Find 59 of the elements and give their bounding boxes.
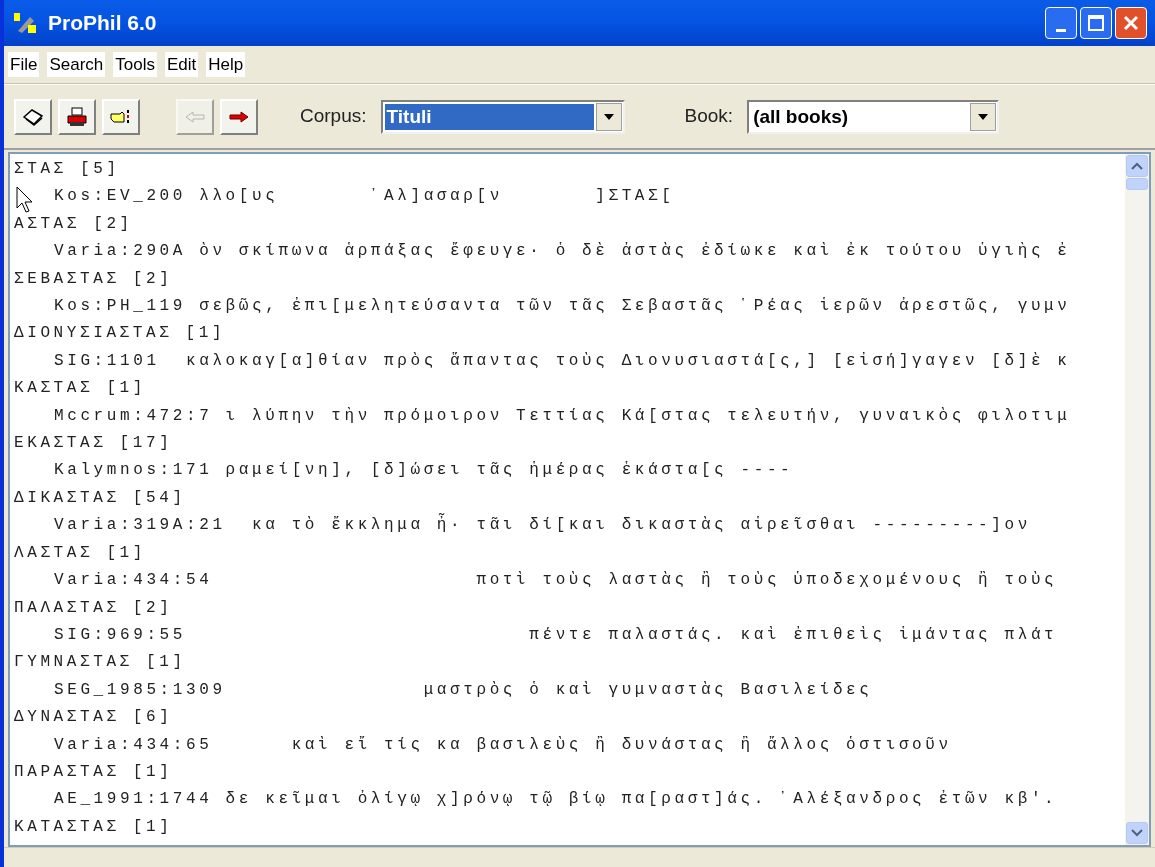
headword[interactable]: ΚΑΣΤΑΣ [1] bbox=[14, 375, 146, 403]
headword[interactable]: ΚΑΤΑΣΤΑΣ [1] bbox=[14, 813, 173, 842]
close-button[interactable] bbox=[1115, 7, 1147, 39]
menu-item[interactable]: Search bbox=[47, 51, 106, 78]
menu-item[interactable]: Edit bbox=[164, 51, 199, 78]
scroll-up-button[interactable] bbox=[1126, 155, 1148, 177]
app-logo-icon bbox=[12, 11, 38, 35]
dropdown[interactable]: Tituli bbox=[380, 99, 625, 134]
minimize-icon bbox=[1056, 29, 1066, 32]
maximize-icon bbox=[1088, 15, 1104, 31]
combo-label: Corpus: bbox=[300, 104, 367, 129]
menu-item[interactable]: File bbox=[8, 51, 40, 78]
menu-item[interactable]: Help bbox=[206, 51, 246, 78]
minimize-button[interactable] bbox=[1045, 7, 1077, 39]
citation-line[interactable]: Kos:PH_119 σεβῶς, ἐπι[μελητεύσαντα τῶν τᾶς Σεβαστᾶς ῾Ρέας ἱερῶν ἀρεστῶς, γυμν bbox=[14, 293, 1071, 321]
citation-line[interactable]: SIG:1101 καλοκαγ[α]θίαν πρὸς ἅπαντας τοὺς Διονυσιαστά[ς,] [εἰσή]γαγεν [δ]ὲ κ bbox=[14, 347, 1071, 376]
toolbar-button[interactable] bbox=[58, 98, 96, 135]
citation-line[interactable]: Varia:319A:21 κα τὸ ἔκκλημα ἦ· τᾶι δί[και δικαστὰς αἱρεῖσθαι ---------]ον bbox=[14, 512, 1031, 540]
toolbar-button[interactable] bbox=[14, 98, 52, 135]
mouse-pointer-icon bbox=[16, 186, 34, 214]
chevron-down-icon bbox=[1131, 829, 1143, 837]
citation-line[interactable]: Kalymnos:171 ραμεί[νη], [δ]ώσει τᾶς ἡμέρας ἑκάστα[ς ---- bbox=[14, 457, 794, 485]
printer-icon bbox=[66, 106, 88, 127]
caret-icon bbox=[603, 113, 614, 120]
headword[interactable]: ΕΚΑΣΤΑΣ [17] bbox=[14, 430, 173, 458]
menu-item[interactable]: Tools bbox=[113, 51, 157, 78]
toolbar-button[interactable] bbox=[220, 98, 258, 135]
window-title: ProPhil 6.0 bbox=[48, 10, 158, 37]
headword[interactable]: ΠΑΛΑΣΤΑΣ [2] bbox=[14, 594, 173, 622]
right-arrow-icon bbox=[229, 110, 249, 123]
headword[interactable]: ΑΣΤΑΣ [2] bbox=[14, 210, 133, 239]
citation-line[interactable]: Kos:EV_200 λλο[υς ᾿Αλ]ασαρ[ν ]ΣΤΑΣ[ bbox=[14, 183, 675, 211]
headword[interactable]: ΔΥΝΑΣΤΑΣ [6] bbox=[14, 704, 173, 732]
citation-line[interactable]: Varia:290A ὸν σκίπωνα ἁρπάξας ἔφευγε· ὁ δὲ ἀστὰς ἐδίωκε καὶ ἐκ τούτου ὑγιὴς ἐ bbox=[14, 238, 1071, 266]
citation-line[interactable]: SIG:969:55 πέντε παλαστάς. καὶ ἐπιθεὶς ἱμάντας πλάτ bbox=[14, 621, 1058, 650]
caret-icon bbox=[978, 113, 989, 120]
headword[interactable]: ΓΥΜΝΑΣΤΑΣ [1] bbox=[14, 649, 186, 677]
dropdown-value: Tituli bbox=[384, 103, 594, 130]
dropdown[interactable]: (all books) bbox=[747, 99, 1000, 134]
headword[interactable]: ΣΕΒΑΣΤΑΣ [2] bbox=[14, 265, 173, 294]
combo-label: Book: bbox=[684, 104, 734, 129]
headword[interactable]: ΣΤΑΣ [5] bbox=[14, 156, 120, 184]
citation-line[interactable]: Varia:434:54 ποτὶ τοὺς λαστὰς ἢ τοὺς ὑποδεχομένους ἢ τοὺς bbox=[14, 567, 1058, 595]
headword[interactable]: ΠΑΡΑΣΤΑΣ [1] bbox=[14, 758, 173, 787]
headword[interactable]: ΛΑΣΤΑΣ [1] bbox=[14, 539, 146, 568]
dropdown-value: (all books) bbox=[752, 104, 850, 129]
citation-line[interactable]: SEG_1985:1309 μαστρὸς ὁ καὶ γυμναστὰς Βασιλείδες bbox=[14, 676, 873, 705]
left-arrow-icon bbox=[185, 110, 205, 123]
citation-line[interactable]: Mccrum:472:7 ι λύπην τὴν πρόμοιρον Τεττίας Κά[στας τελευτήν, γυναικὸς φιλοτιμ bbox=[14, 402, 1071, 431]
scroll-down-button[interactable] bbox=[1126, 822, 1148, 844]
maximize-button[interactable] bbox=[1080, 7, 1112, 39]
citation-line[interactable]: AE_1991:1744 δε κεῖμαι ὀλίγῳ χ]ρόνῳ τῷ βίῳ πα[ραστ]άς. ᾿Αλέξανδρος ἐτῶν κβ'. bbox=[14, 786, 1058, 814]
close-icon bbox=[1123, 15, 1139, 31]
scroll-thumb[interactable] bbox=[1126, 178, 1148, 190]
citation-line[interactable]: Varia:434:65 καὶ εἴ τίς κα βασιλεὺς ἢ δυνάστας ἢ ἄλλος ὁστισοῦν bbox=[14, 731, 952, 759]
scrollbar[interactable] bbox=[1125, 154, 1149, 845]
headword[interactable]: ΔΙΚΑΣΤΑΣ [54] bbox=[14, 484, 186, 513]
headword[interactable]: ΔΙΟΝΥΣΙΑΣΤΑΣ [1] bbox=[14, 320, 226, 348]
chevron-up-icon bbox=[1131, 162, 1143, 170]
